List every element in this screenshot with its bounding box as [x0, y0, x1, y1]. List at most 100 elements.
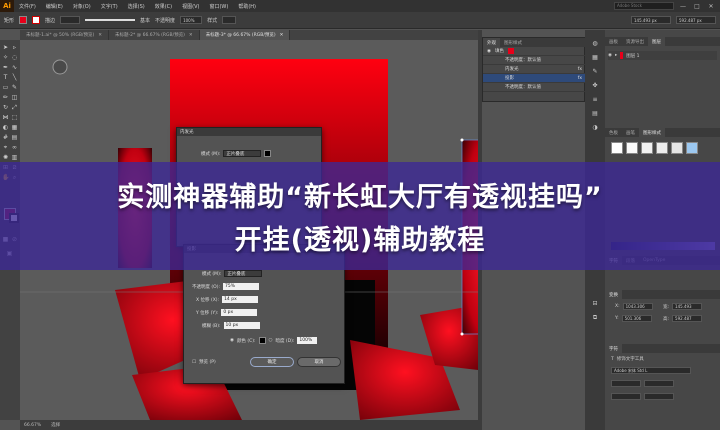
- minimize-button[interactable]: —: [678, 3, 688, 10]
- appearance-row-opacity[interactable]: 不透明度：默认值: [483, 56, 586, 65]
- direct-selection-tool-icon[interactable]: ▹: [11, 44, 18, 51]
- maximize-button[interactable]: □: [692, 3, 702, 10]
- perspective-grid-tool-icon[interactable]: ▦: [11, 124, 18, 131]
- appearance-row-opacity-2[interactable]: 不透明度：默认值: [483, 83, 586, 92]
- close-button[interactable]: ✕: [706, 3, 716, 10]
- x-field[interactable]: 1043.306: [622, 303, 653, 310]
- magic-wand-tool-icon[interactable]: ✧: [2, 54, 9, 61]
- cancel-button[interactable]: 取消: [297, 357, 341, 367]
- menu-effect[interactable]: 效果(C): [150, 3, 177, 10]
- pencil-tool-icon[interactable]: ✏: [2, 94, 9, 101]
- menu-help[interactable]: 帮助(H): [233, 3, 261, 10]
- selection-handle[interactable]: [460, 332, 464, 336]
- height-field[interactable]: 592.487 px: [676, 16, 716, 24]
- y-offset-input[interactable]: 0 px: [221, 309, 258, 316]
- style-thumbnail[interactable]: [686, 142, 698, 154]
- rectangle-tool-icon[interactable]: ▭: [2, 84, 9, 91]
- mesh-tool-icon[interactable]: #: [2, 134, 9, 141]
- darkness-input[interactable]: 100%: [297, 337, 318, 344]
- menu-file[interactable]: 文件(F): [14, 3, 41, 10]
- paintbrush-tool-icon[interactable]: ✎: [11, 84, 18, 91]
- eye-icon[interactable]: ◉: [487, 49, 491, 54]
- symbols-panel-icon[interactable]: ✤: [591, 82, 599, 90]
- pen-tool-icon[interactable]: ✒: [2, 64, 9, 71]
- stroke-panel-icon[interactable]: ≡: [591, 96, 599, 104]
- tab-document-3[interactable]: 未标题-3* @ 66.67% (RGB/预览) ✕: [199, 30, 291, 40]
- align-panel-icon[interactable]: ⊟: [591, 300, 599, 308]
- appearance-row-fill[interactable]: ◉ 填色: [483, 47, 586, 56]
- glow-color-swatch[interactable]: [264, 150, 272, 157]
- artboard-nav-icon[interactable]: [52, 59, 68, 75]
- lasso-tool-icon[interactable]: ◌: [11, 54, 18, 61]
- ok-button[interactable]: 确定: [250, 357, 294, 367]
- mode-select[interactable]: 正片叠底: [224, 270, 263, 277]
- layer-row[interactable]: ◉ ▸ 图层 1: [608, 51, 717, 60]
- eyedropper-tool-icon[interactable]: ⌖: [2, 144, 9, 151]
- opacity-input[interactable]: 75%: [223, 283, 259, 290]
- type-tool-icon[interactable]: T: [2, 74, 9, 81]
- mode-select[interactable]: 正片叠底: [223, 150, 262, 157]
- tab-artboards[interactable]: 画板: [605, 37, 622, 46]
- color-radio-icon[interactable]: ◉: [230, 338, 234, 343]
- transparency-panel-icon[interactable]: ◑: [591, 124, 599, 132]
- stroke-color-swatch[interactable]: [32, 16, 41, 24]
- curvature-tool-icon[interactable]: ∿: [11, 64, 18, 71]
- tab-transform[interactable]: 变换: [605, 290, 622, 299]
- tab-character-2[interactable]: 字符: [605, 344, 622, 353]
- tab-document-2[interactable]: 未标题-2* @ 66.67% (RGB/预览) ✕: [109, 30, 200, 40]
- tab-swatches[interactable]: 色板: [605, 128, 622, 137]
- fill-color-swatch[interactable]: [19, 16, 28, 24]
- tab-graphic-styles[interactable]: 图形样式: [500, 38, 526, 47]
- tracking-field[interactable]: [644, 393, 674, 400]
- eraser-tool-icon[interactable]: ◫: [11, 94, 18, 101]
- stroke-profile-preview[interactable]: [85, 19, 136, 21]
- menu-edit[interactable]: 编辑(E): [41, 3, 68, 10]
- line-tool-icon[interactable]: ╲: [11, 74, 18, 81]
- tab-layers[interactable]: 图层: [648, 37, 665, 46]
- menu-window[interactable]: 窗口(W): [204, 3, 233, 10]
- close-tab-icon[interactable]: ✕: [280, 33, 284, 38]
- w-field[interactable]: 145.493: [672, 303, 703, 310]
- rotate-tool-icon[interactable]: ↻: [2, 104, 9, 111]
- menu-view[interactable]: 视图(V): [177, 3, 204, 10]
- style-thumbnail[interactable]: [656, 142, 668, 154]
- expand-icon[interactable]: ▸: [615, 53, 617, 58]
- style-picker[interactable]: [222, 16, 237, 24]
- close-tab-icon[interactable]: ✕: [98, 33, 102, 38]
- gradient-panel-icon[interactable]: ▤: [591, 110, 599, 118]
- close-tab-icon[interactable]: ✕: [189, 33, 193, 38]
- zoom-level[interactable]: 66.67%: [24, 423, 41, 428]
- opacity-field[interactable]: 100%: [180, 16, 203, 24]
- appearance-row-inner-glow[interactable]: 内发光 fx: [483, 65, 586, 74]
- swatches-panel-icon[interactable]: ▦: [591, 54, 599, 62]
- touch-type-icon[interactable]: T: [611, 357, 614, 362]
- fill-color-chip[interactable]: [507, 48, 514, 54]
- width-tool-icon[interactable]: ⋈: [2, 114, 9, 121]
- tab-appearance[interactable]: 外观: [483, 38, 500, 47]
- color-panel-icon[interactable]: ◍: [591, 40, 599, 48]
- stock-search-input[interactable]: Adobe Stock: [614, 2, 674, 10]
- selection-tool-icon[interactable]: ➤: [2, 44, 9, 51]
- y-field[interactable]: 501.306: [621, 315, 652, 322]
- free-transform-tool-icon[interactable]: ⬚: [11, 114, 18, 121]
- gradient-tool-icon[interactable]: ▤: [11, 134, 18, 141]
- selection-handle[interactable]: [460, 138, 464, 142]
- tab-graphic-styles[interactable]: 图形样式: [639, 128, 665, 137]
- scale-tool-icon[interactable]: ⤢: [11, 104, 18, 111]
- stroke-weight-field[interactable]: [60, 16, 81, 24]
- x-offset-input[interactable]: 14 px: [222, 296, 259, 303]
- menu-object[interactable]: 对象(O): [68, 3, 96, 10]
- symbol-sprayer-tool-icon[interactable]: ✺: [2, 154, 9, 161]
- shadow-color-swatch[interactable]: [258, 337, 266, 344]
- column-graph-tool-icon[interactable]: ▥: [11, 154, 18, 161]
- kerning-field[interactable]: [611, 393, 641, 400]
- h-field[interactable]: 592.487: [672, 315, 703, 322]
- menu-select[interactable]: 选择(S): [123, 3, 150, 10]
- style-thumbnail[interactable]: [611, 142, 623, 154]
- style-thumbnail[interactable]: [641, 142, 653, 154]
- blur-input[interactable]: 10 px: [223, 322, 260, 329]
- appearance-row-drop-shadow[interactable]: 投影 fx: [483, 74, 586, 83]
- pathfinder-panel-icon[interactable]: ⧉: [591, 314, 599, 322]
- menu-type[interactable]: 文字(T): [96, 3, 123, 10]
- blend-tool-icon[interactable]: ∞: [11, 144, 18, 151]
